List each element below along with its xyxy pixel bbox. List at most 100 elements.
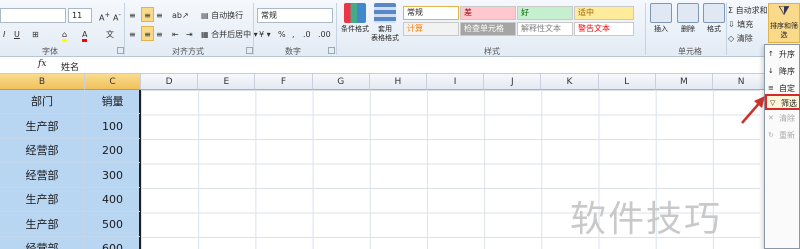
table-cell[interactable]: 100 xyxy=(85,115,140,139)
menu-item-icon: ↑ xyxy=(768,50,774,58)
align-middle-button[interactable]: ≡ xyxy=(141,7,154,22)
align-right-button[interactable]: ≡ xyxy=(156,27,163,42)
column-header[interactable]: M xyxy=(655,74,713,90)
table-cell[interactable]: 生产部 xyxy=(0,212,85,237)
orientation-button[interactable]: ab↗ xyxy=(172,8,189,23)
number-dialog-launcher[interactable] xyxy=(328,47,335,54)
menu-item-icon: ↻ xyxy=(768,131,774,139)
cell-style-option[interactable]: 适中 xyxy=(574,6,634,20)
cell-style-option[interactable]: 计算 xyxy=(403,22,459,36)
column-header[interactable]: F xyxy=(255,74,313,90)
font-name-select[interactable] xyxy=(0,8,66,23)
cell-style-option[interactable]: 好 xyxy=(517,6,573,20)
merge-center-label: 合并后居中 xyxy=(211,30,252,39)
format-cells-button[interactable]: 格式 xyxy=(700,3,728,34)
align-top-button[interactable]: ≡ xyxy=(129,8,140,23)
header-cell[interactable]: 部门 xyxy=(0,90,85,114)
align-bottom-button[interactable]: ≡ xyxy=(156,8,163,23)
cell-style-option[interactable]: 警告文本 xyxy=(574,22,634,36)
format-as-table-button[interactable]: 套用 表格格式 xyxy=(368,3,402,43)
column-header[interactable]: G xyxy=(312,74,370,90)
menu-item-label: 升序 xyxy=(779,50,795,59)
conditional-format-label: 条件格式 xyxy=(341,25,369,33)
column-header[interactable]: J xyxy=(484,74,542,90)
table-cell[interactable]: 生产部 xyxy=(0,188,85,212)
filter-menu-item[interactable]: ▽ 筛选 xyxy=(765,94,800,110)
clear-button[interactable]: ◇ 清除 xyxy=(728,31,753,46)
insert-cells-button[interactable]: 插入 xyxy=(647,3,675,34)
header-cell[interactable]: 销量 xyxy=(85,90,140,114)
delete-cells-button[interactable]: 删除 xyxy=(674,3,702,34)
annotation-arrow xyxy=(741,96,765,124)
table-cell[interactable]: 经营部 xyxy=(0,139,85,163)
underline-button[interactable]: U xyxy=(14,27,20,42)
increase-decimal-button[interactable]: .0 xyxy=(303,27,311,42)
wrap-text-button[interactable]: ▤ 自动换行 xyxy=(201,8,243,23)
italic-button[interactable]: I xyxy=(3,27,5,42)
column-header[interactable]: E xyxy=(198,74,256,90)
fill-color-button[interactable]: ⌂ xyxy=(62,27,68,42)
fill-label: 填充 xyxy=(737,20,754,29)
table-cell[interactable]: 500 xyxy=(85,213,140,237)
sort-menu-item[interactable]: ↓ 降序 xyxy=(765,64,800,80)
autosum-button[interactable]: Σ 自动求和 xyxy=(728,3,768,18)
grow-font-button[interactable]: A+ xyxy=(99,8,110,23)
currency-button[interactable]: ¥ ▾ xyxy=(259,27,271,42)
table-cell[interactable]: 经营部 xyxy=(0,237,85,249)
number-format-select[interactable]: 常规 xyxy=(257,8,333,23)
menu-item-label: 清除 xyxy=(779,114,795,123)
cell-style-option[interactable]: 差 xyxy=(460,6,516,20)
table-cell[interactable]: 600 xyxy=(85,237,140,249)
cell-style-option[interactable]: 解释性文本 xyxy=(517,22,573,36)
sort-menu-item[interactable]: ✕ 清除 xyxy=(765,111,800,127)
table-cell[interactable]: 生产部 xyxy=(0,114,85,139)
column-header[interactable]: D xyxy=(141,74,199,90)
column-header[interactable]: I xyxy=(427,74,485,90)
cells-group-label: 单元格 xyxy=(678,47,702,56)
font-dialog-launcher[interactable] xyxy=(117,47,124,54)
decrease-indent-button[interactable]: ⇤ xyxy=(172,27,179,42)
font-color-button[interactable]: A xyxy=(82,27,88,42)
column-header[interactable]: L xyxy=(598,74,656,90)
decrease-decimal-button[interactable]: .00 xyxy=(318,27,331,42)
increase-indent-button[interactable]: ⇥ xyxy=(186,27,193,42)
table-cell[interactable]: 400 xyxy=(85,188,140,212)
fill-button[interactable]: ⇩ 填充 xyxy=(728,17,753,32)
styles-group-label: 样式 xyxy=(484,47,500,56)
table-format-icon xyxy=(374,3,396,23)
alignment-dialog-launcher[interactable] xyxy=(246,47,253,54)
merge-center-button[interactable]: ▦ 合并后居中 ▾ xyxy=(201,27,258,42)
sort-filter-icon: ⧩ xyxy=(778,4,790,19)
align-center-button[interactable]: ≡ xyxy=(141,26,154,41)
name-box[interactable] xyxy=(0,58,30,73)
table-cell[interactable]: 经营部 xyxy=(0,163,85,188)
cell-style-option[interactable]: 常规 xyxy=(403,6,459,20)
align-left-button[interactable]: ≡ xyxy=(129,27,136,42)
table-cell[interactable]: 200 xyxy=(85,139,140,163)
column-header[interactable]: H xyxy=(369,74,427,90)
sort-filter-menu: ↑ 升序 ↓ 降序 ≡ 自定 ▽ 筛选 ✕ 清除 ↻ 重新 xyxy=(764,44,800,249)
cell-style-option[interactable]: 检查单元格 xyxy=(460,22,516,36)
borders-button[interactable]: ⊞ xyxy=(32,27,39,42)
percent-button[interactable]: % xyxy=(278,27,286,42)
conditional-format-button[interactable]: 条件格式 xyxy=(338,3,372,34)
column-header[interactable]: N xyxy=(713,74,771,90)
column-header[interactable]: K xyxy=(541,74,599,90)
insert-function-icon[interactable]: fx xyxy=(38,59,46,69)
formula-input[interactable]: 姓名 xyxy=(61,60,79,73)
column-header[interactable]: B xyxy=(0,74,85,90)
table-cell[interactable]: 300 xyxy=(85,164,140,188)
comma-button[interactable]: , xyxy=(292,27,295,42)
format-label: 格式 xyxy=(707,25,721,33)
menu-item-icon: ≡ xyxy=(768,84,774,92)
conditional-format-icon xyxy=(344,3,366,23)
sort-menu-item[interactable]: ↑ 升序 xyxy=(765,47,800,63)
sort-filter-label: 排序和筛选 xyxy=(770,22,798,39)
phonetic-button[interactable]: 文 xyxy=(106,27,114,42)
font-size-select[interactable]: 11 xyxy=(68,8,92,23)
shrink-font-button[interactable]: A- xyxy=(113,8,121,23)
sort-menu-item[interactable]: ↻ 重新 xyxy=(765,128,800,144)
column-header[interactable]: C xyxy=(85,74,141,90)
menu-item-label: 重新 xyxy=(779,131,795,140)
sort-filter-button[interactable]: ⧩ 排序和筛选 xyxy=(768,3,800,43)
